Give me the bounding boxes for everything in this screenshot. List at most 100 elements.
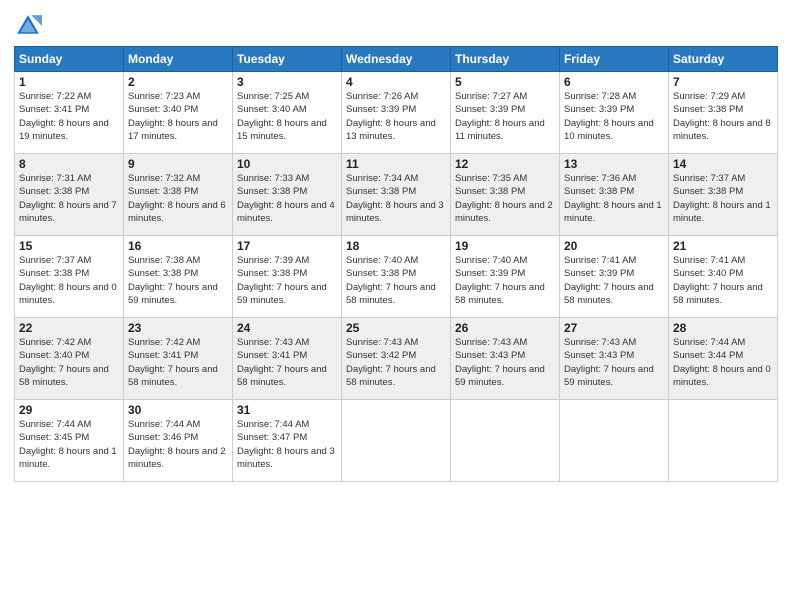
day-number: 22	[19, 321, 119, 335]
calendar-cell: 26Sunrise: 7:43 AMSunset: 3:43 PMDayligh…	[451, 318, 560, 400]
day-number: 1	[19, 75, 119, 89]
calendar-header-wednesday: Wednesday	[342, 47, 451, 72]
day-info: Sunrise: 7:36 AMSunset: 3:38 PMDaylight:…	[564, 172, 664, 225]
day-info: Sunrise: 7:42 AMSunset: 3:40 PMDaylight:…	[19, 336, 119, 389]
calendar-cell: 27Sunrise: 7:43 AMSunset: 3:43 PMDayligh…	[560, 318, 669, 400]
calendar-cell: 20Sunrise: 7:41 AMSunset: 3:39 PMDayligh…	[560, 236, 669, 318]
calendar-cell: 19Sunrise: 7:40 AMSunset: 3:39 PMDayligh…	[451, 236, 560, 318]
day-number: 29	[19, 403, 119, 417]
day-info: Sunrise: 7:26 AMSunset: 3:39 PMDaylight:…	[346, 90, 446, 143]
calendar-cell: 15Sunrise: 7:37 AMSunset: 3:38 PMDayligh…	[15, 236, 124, 318]
calendar-cell: 12Sunrise: 7:35 AMSunset: 3:38 PMDayligh…	[451, 154, 560, 236]
day-number: 25	[346, 321, 446, 335]
day-info: Sunrise: 7:39 AMSunset: 3:38 PMDaylight:…	[237, 254, 337, 307]
calendar-cell: 21Sunrise: 7:41 AMSunset: 3:40 PMDayligh…	[669, 236, 778, 318]
day-info: Sunrise: 7:43 AMSunset: 3:43 PMDaylight:…	[564, 336, 664, 389]
day-info: Sunrise: 7:35 AMSunset: 3:38 PMDaylight:…	[455, 172, 555, 225]
day-number: 7	[673, 75, 773, 89]
day-number: 13	[564, 157, 664, 171]
calendar-cell: 5Sunrise: 7:27 AMSunset: 3:39 PMDaylight…	[451, 72, 560, 154]
day-info: Sunrise: 7:41 AMSunset: 3:39 PMDaylight:…	[564, 254, 664, 307]
day-number: 17	[237, 239, 337, 253]
calendar-cell: 4Sunrise: 7:26 AMSunset: 3:39 PMDaylight…	[342, 72, 451, 154]
calendar-week-row: 22Sunrise: 7:42 AMSunset: 3:40 PMDayligh…	[15, 318, 778, 400]
day-number: 21	[673, 239, 773, 253]
day-number: 14	[673, 157, 773, 171]
calendar-week-row: 1Sunrise: 7:22 AMSunset: 3:41 PMDaylight…	[15, 72, 778, 154]
calendar-cell: 16Sunrise: 7:38 AMSunset: 3:38 PMDayligh…	[124, 236, 233, 318]
day-number: 11	[346, 157, 446, 171]
day-info: Sunrise: 7:44 AMSunset: 3:44 PMDaylight:…	[673, 336, 773, 389]
day-info: Sunrise: 7:43 AMSunset: 3:43 PMDaylight:…	[455, 336, 555, 389]
day-number: 31	[237, 403, 337, 417]
day-number: 16	[128, 239, 228, 253]
day-info: Sunrise: 7:23 AMSunset: 3:40 PMDaylight:…	[128, 90, 228, 143]
day-info: Sunrise: 7:43 AMSunset: 3:42 PMDaylight:…	[346, 336, 446, 389]
day-number: 12	[455, 157, 555, 171]
day-number: 9	[128, 157, 228, 171]
day-info: Sunrise: 7:38 AMSunset: 3:38 PMDaylight:…	[128, 254, 228, 307]
day-number: 26	[455, 321, 555, 335]
day-info: Sunrise: 7:42 AMSunset: 3:41 PMDaylight:…	[128, 336, 228, 389]
day-info: Sunrise: 7:25 AMSunset: 3:40 AMDaylight:…	[237, 90, 337, 143]
day-number: 20	[564, 239, 664, 253]
calendar-cell: 9Sunrise: 7:32 AMSunset: 3:38 PMDaylight…	[124, 154, 233, 236]
day-number: 2	[128, 75, 228, 89]
calendar-cell: 8Sunrise: 7:31 AMSunset: 3:38 PMDaylight…	[15, 154, 124, 236]
day-info: Sunrise: 7:37 AMSunset: 3:38 PMDaylight:…	[19, 254, 119, 307]
calendar-header-thursday: Thursday	[451, 47, 560, 72]
calendar-cell: 1Sunrise: 7:22 AMSunset: 3:41 PMDaylight…	[15, 72, 124, 154]
calendar-cell	[560, 400, 669, 482]
day-info: Sunrise: 7:34 AMSunset: 3:38 PMDaylight:…	[346, 172, 446, 225]
calendar-cell: 29Sunrise: 7:44 AMSunset: 3:45 PMDayligh…	[15, 400, 124, 482]
day-number: 27	[564, 321, 664, 335]
day-info: Sunrise: 7:37 AMSunset: 3:38 PMDaylight:…	[673, 172, 773, 225]
calendar-cell: 3Sunrise: 7:25 AMSunset: 3:40 AMDaylight…	[233, 72, 342, 154]
calendar-cell: 30Sunrise: 7:44 AMSunset: 3:46 PMDayligh…	[124, 400, 233, 482]
calendar-cell: 14Sunrise: 7:37 AMSunset: 3:38 PMDayligh…	[669, 154, 778, 236]
calendar-cell: 24Sunrise: 7:43 AMSunset: 3:41 PMDayligh…	[233, 318, 342, 400]
day-number: 3	[237, 75, 337, 89]
day-number: 5	[455, 75, 555, 89]
day-number: 6	[564, 75, 664, 89]
calendar-header-sunday: Sunday	[15, 47, 124, 72]
calendar-cell: 11Sunrise: 7:34 AMSunset: 3:38 PMDayligh…	[342, 154, 451, 236]
day-number: 18	[346, 239, 446, 253]
logo	[14, 12, 46, 40]
day-number: 8	[19, 157, 119, 171]
calendar-header-friday: Friday	[560, 47, 669, 72]
day-info: Sunrise: 7:32 AMSunset: 3:38 PMDaylight:…	[128, 172, 228, 225]
calendar-week-row: 29Sunrise: 7:44 AMSunset: 3:45 PMDayligh…	[15, 400, 778, 482]
calendar-cell: 18Sunrise: 7:40 AMSunset: 3:38 PMDayligh…	[342, 236, 451, 318]
calendar-header-saturday: Saturday	[669, 47, 778, 72]
calendar: SundayMondayTuesdayWednesdayThursdayFrid…	[14, 46, 778, 482]
calendar-cell: 31Sunrise: 7:44 AMSunset: 3:47 PMDayligh…	[233, 400, 342, 482]
day-number: 4	[346, 75, 446, 89]
calendar-cell: 13Sunrise: 7:36 AMSunset: 3:38 PMDayligh…	[560, 154, 669, 236]
day-info: Sunrise: 7:27 AMSunset: 3:39 PMDaylight:…	[455, 90, 555, 143]
calendar-cell: 17Sunrise: 7:39 AMSunset: 3:38 PMDayligh…	[233, 236, 342, 318]
calendar-cell: 10Sunrise: 7:33 AMSunset: 3:38 PMDayligh…	[233, 154, 342, 236]
calendar-cell	[451, 400, 560, 482]
calendar-cell	[669, 400, 778, 482]
page-header	[14, 12, 778, 40]
day-info: Sunrise: 7:28 AMSunset: 3:39 PMDaylight:…	[564, 90, 664, 143]
day-number: 28	[673, 321, 773, 335]
day-info: Sunrise: 7:44 AMSunset: 3:45 PMDaylight:…	[19, 418, 119, 471]
calendar-cell: 23Sunrise: 7:42 AMSunset: 3:41 PMDayligh…	[124, 318, 233, 400]
day-info: Sunrise: 7:31 AMSunset: 3:38 PMDaylight:…	[19, 172, 119, 225]
day-info: Sunrise: 7:40 AMSunset: 3:38 PMDaylight:…	[346, 254, 446, 307]
calendar-week-row: 15Sunrise: 7:37 AMSunset: 3:38 PMDayligh…	[15, 236, 778, 318]
day-number: 23	[128, 321, 228, 335]
day-info: Sunrise: 7:29 AMSunset: 3:38 PMDaylight:…	[673, 90, 773, 143]
day-info: Sunrise: 7:44 AMSunset: 3:46 PMDaylight:…	[128, 418, 228, 471]
logo-icon	[14, 12, 42, 40]
day-number: 30	[128, 403, 228, 417]
calendar-cell: 2Sunrise: 7:23 AMSunset: 3:40 PMDaylight…	[124, 72, 233, 154]
calendar-cell: 28Sunrise: 7:44 AMSunset: 3:44 PMDayligh…	[669, 318, 778, 400]
calendar-cell: 22Sunrise: 7:42 AMSunset: 3:40 PMDayligh…	[15, 318, 124, 400]
calendar-cell	[342, 400, 451, 482]
calendar-week-row: 8Sunrise: 7:31 AMSunset: 3:38 PMDaylight…	[15, 154, 778, 236]
day-info: Sunrise: 7:22 AMSunset: 3:41 PMDaylight:…	[19, 90, 119, 143]
day-number: 10	[237, 157, 337, 171]
